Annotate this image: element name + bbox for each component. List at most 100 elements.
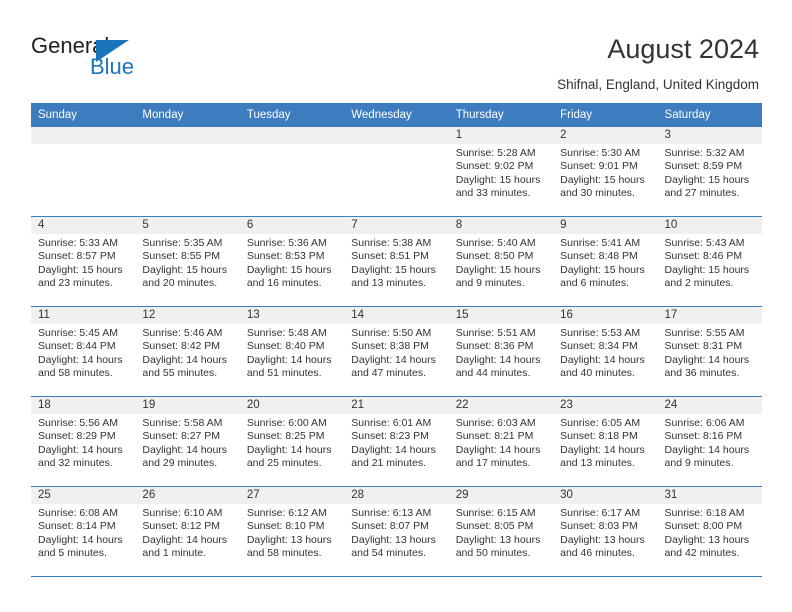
day-details: Sunrise: 5:35 AM Sunset: 8:55 PM Daylight:…	[135, 234, 239, 291]
daylight-duration-line2: and 2 minutes.	[664, 277, 734, 290]
calendar-day-cell[interactable]: 26 Sunrise: 6:10 AM Sunset: 8:12 PM Dayligh…	[135, 486, 240, 577]
daylight-duration-line1: Daylight: 14 hours	[560, 353, 645, 366]
calendar-day-cell[interactable]: 5 Sunrise: 5:35 AM Sunset: 8:55 PM Daylight…	[135, 216, 240, 307]
sunset-time: Sunset: 8:23 PM	[351, 430, 429, 443]
sunrise-time: Sunrise: 6:05 AM	[560, 417, 641, 429]
sunrise-time: Sunrise: 6:00 AM	[246, 417, 327, 429]
daylight-duration-line2: and 58 minutes.	[38, 367, 113, 380]
daylight-duration-line1: Daylight: 15 hours	[455, 263, 541, 276]
daylight-duration-line2: and 5 minutes.	[38, 547, 107, 560]
daylight-duration-line1: Daylight: 14 hours	[38, 443, 123, 456]
sunset-time: Sunset: 9:02 PM	[455, 160, 534, 173]
daylight-duration-line2: and 46 minutes.	[560, 547, 635, 560]
calendar-day-cell[interactable]: 14 Sunrise: 5:50 AM Sunset: 8:38 PM Dayligh…	[344, 306, 449, 397]
calendar-day-cell[interactable]: 7 Sunrise: 5:38 AM Sunset: 8:51 PM Daylight…	[344, 216, 449, 307]
calendar-day-cell[interactable]: 11 Sunrise: 5:45 AM Sunset: 8:44 PM Dayligh…	[31, 306, 136, 397]
calendar-day-cell[interactable]: 19 Sunrise: 5:58 AM Sunset: 8:27 PM Dayligh…	[135, 396, 240, 487]
daylight-duration-line1: Daylight: 14 hours	[351, 443, 436, 456]
day-details: Sunrise: 5:53 AM Sunset: 8:34 PM Daylight:…	[553, 324, 657, 381]
calendar-day-cell[interactable]: 29 Sunrise: 6:15 AM Sunset: 8:05 PM Dayligh…	[448, 486, 554, 577]
calendar-day-cell[interactable]: 20 Sunrise: 6:00 AM Sunset: 8:25 PM Dayligh…	[239, 396, 345, 487]
sunrise-time: Sunrise: 5:48 AM	[246, 327, 327, 339]
sunrise-time: Sunrise: 6:18 AM	[664, 507, 745, 519]
day-number: 8	[448, 217, 554, 234]
daylight-duration-line2: and 58 minutes.	[246, 547, 322, 560]
calendar-day-cell[interactable]: 13 Sunrise: 5:48 AM Sunset: 8:40 PM Dayligh…	[239, 306, 345, 397]
calendar-day-cell[interactable]: 28 Sunrise: 6:13 AM Sunset: 8:07 PM Dayligh…	[344, 486, 449, 577]
sunrise-time: Sunrise: 5:40 AM	[455, 237, 536, 249]
day-number: 26	[135, 487, 240, 504]
day-details: Sunrise: 6:15 AM Sunset: 8:05 PM Daylight:…	[449, 504, 553, 561]
sunrise-time: Sunrise: 6:13 AM	[351, 507, 432, 519]
sunrise-time: Sunrise: 6:01 AM	[351, 417, 432, 429]
day-number: 10	[657, 217, 762, 234]
calendar-day-cell[interactable]: 8 Sunrise: 5:40 AM Sunset: 8:50 PM Daylight…	[448, 216, 554, 307]
calendar-day-cell[interactable]: 31 Sunrise: 6:18 AM Sunset: 8:00 PM Dayligh…	[657, 486, 762, 577]
calendar-day-cell[interactable]: 15 Sunrise: 5:51 AM Sunset: 8:36 PM Dayligh…	[448, 306, 554, 397]
day-number: 19	[135, 397, 240, 414]
calendar-day-cell[interactable]: 24 Sunrise: 6:06 AM Sunset: 8:16 PM Dayligh…	[657, 396, 762, 487]
daylight-duration-line2: and 20 minutes.	[142, 277, 218, 290]
sunrise-time: Sunrise: 5:53 AM	[560, 327, 641, 339]
calendar-day-cell[interactable]: 4 Sunrise: 5:33 AM Sunset: 8:57 PM Daylight…	[31, 216, 136, 307]
calendar-day-cell[interactable]: 16 Sunrise: 5:53 AM Sunset: 8:34 PM Dayligh…	[553, 306, 658, 397]
sunrise-time: Sunrise: 6:08 AM	[38, 507, 118, 519]
day-details: Sunrise: 5:36 AM Sunset: 8:53 PM Daylight:…	[240, 234, 344, 291]
sunrise-time: Sunrise: 5:32 AM	[664, 147, 745, 159]
calendar-day-cell[interactable]: 12 Sunrise: 5:46 AM Sunset: 8:42 PM Dayligh…	[135, 306, 240, 397]
sunrise-sunset-calendar: Sunday Monday Tuesday Wednesday Thursday…	[31, 103, 762, 577]
day-number: 4	[31, 217, 136, 234]
sunset-time: Sunset: 8:10 PM	[246, 520, 325, 533]
calendar-day-cell[interactable]: 25 Sunrise: 6:08 AM Sunset: 8:14 PM Dayligh…	[31, 486, 136, 577]
daylight-duration-line1: Daylight: 14 hours	[142, 353, 228, 366]
daylight-duration-line1: Daylight: 15 hours	[560, 173, 645, 186]
day-number: 17	[657, 307, 762, 324]
day-details: Sunrise: 6:12 AM Sunset: 8:10 PM Daylight:…	[240, 504, 344, 561]
daylight-duration-line1: Daylight: 15 hours	[38, 263, 123, 276]
sunset-time: Sunset: 8:25 PM	[246, 430, 325, 443]
calendar-day-cell[interactable]: 10 Sunrise: 5:43 AM Sunset: 8:46 PM Dayligh…	[657, 216, 762, 307]
day-details: Sunrise: 5:56 AM Sunset: 8:29 PM Daylight:…	[31, 414, 135, 471]
sunset-time: Sunset: 8:53 PM	[246, 250, 325, 263]
calendar-day-cell[interactable]: 1 Sunrise: 5:28 AM Sunset: 9:02 PM Daylight…	[448, 127, 554, 217]
daylight-duration-line1: Daylight: 14 hours	[455, 443, 541, 456]
sunrise-time: Sunrise: 6:10 AM	[142, 507, 223, 519]
sunset-time: Sunset: 8:59 PM	[664, 160, 743, 173]
sunrise-time: Sunrise: 6:15 AM	[455, 507, 536, 519]
calendar-day-cell[interactable]: 22 Sunrise: 6:03 AM Sunset: 8:21 PM Dayligh…	[448, 396, 554, 487]
daylight-duration-line1: Daylight: 14 hours	[351, 353, 436, 366]
day-details: Sunrise: 5:30 AM Sunset: 9:01 PM Daylight:…	[553, 144, 657, 201]
calendar-day-cell[interactable]: 18 Sunrise: 5:56 AM Sunset: 8:29 PM Dayligh…	[31, 396, 136, 487]
weekday-header-sunday: Sunday	[31, 103, 136, 127]
day-number: 9	[553, 217, 658, 234]
calendar-day-cell[interactable]: 6 Sunrise: 5:36 AM Sunset: 8:53 PM Daylight…	[239, 216, 345, 307]
sunrise-time: Sunrise: 5:46 AM	[142, 327, 223, 339]
weekday-header-saturday: Saturday	[657, 103, 762, 127]
calendar-day-cell[interactable]: 30 Sunrise: 6:17 AM Sunset: 8:03 PM Dayligh…	[553, 486, 658, 577]
sunset-time: Sunset: 9:01 PM	[560, 160, 638, 173]
daylight-duration-line1: Daylight: 14 hours	[142, 533, 228, 546]
calendar-day-cell[interactable]: 3 Sunrise: 5:32 AM Sunset: 8:59 PM Daylight…	[657, 127, 762, 217]
calendar-week-row: 11 Sunrise: 5:45 AM Sunset: 8:44 PM Dayligh…	[31, 306, 762, 397]
daylight-duration-line1: Daylight: 15 hours	[455, 173, 541, 186]
sunset-time: Sunset: 8:12 PM	[142, 520, 221, 533]
daylight-duration-line1: Daylight: 15 hours	[664, 173, 750, 186]
calendar-day-cell[interactable]: 17 Sunrise: 5:55 AM Sunset: 8:31 PM Dayligh…	[657, 306, 762, 397]
calendar-day-cell[interactable]: 21 Sunrise: 6:01 AM Sunset: 8:23 PM Dayligh…	[344, 396, 449, 487]
calendar-day-cell[interactable]: 2 Sunrise: 5:30 AM Sunset: 9:01 PM Daylight…	[553, 127, 658, 217]
calendar-body: 1 Sunrise: 5:28 AM Sunset: 9:02 PM Daylight…	[31, 127, 762, 577]
daylight-duration-line1: Daylight: 14 hours	[38, 353, 123, 366]
calendar-day-cell[interactable]: 27 Sunrise: 6:12 AM Sunset: 8:10 PM Dayligh…	[239, 486, 345, 577]
daylight-duration-line1: Daylight: 13 hours	[664, 533, 750, 546]
sunset-time: Sunset: 8:29 PM	[38, 430, 116, 443]
calendar-day-cell[interactable]: 23 Sunrise: 6:05 AM Sunset: 8:18 PM Dayligh…	[553, 396, 658, 487]
sunset-time: Sunset: 8:48 PM	[560, 250, 638, 263]
day-number: 1	[448, 127, 554, 144]
day-number: 21	[344, 397, 449, 414]
sunrise-time: Sunrise: 5:56 AM	[38, 417, 118, 429]
calendar-day-cell[interactable]: 9 Sunrise: 5:41 AM Sunset: 8:48 PM Daylight…	[553, 216, 658, 307]
day-details: Sunrise: 6:05 AM Sunset: 8:18 PM Daylight:…	[553, 414, 657, 471]
daylight-duration-line2: and 6 minutes.	[560, 277, 629, 290]
sunrise-time: Sunrise: 5:38 AM	[351, 237, 432, 249]
day-number: 28	[344, 487, 449, 504]
